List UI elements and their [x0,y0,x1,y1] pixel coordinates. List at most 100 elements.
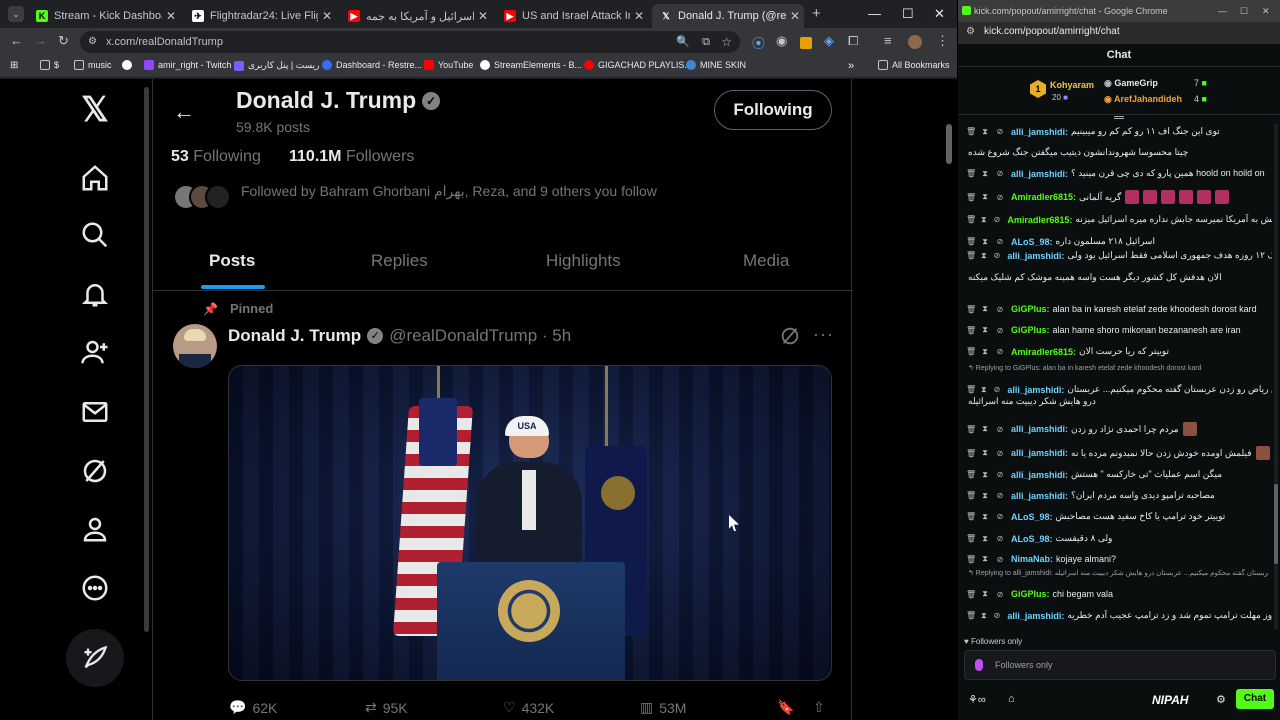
author-avatar[interactable] [173,324,217,368]
ban-icon[interactable]: ⊘ [996,193,1004,202]
chat-username[interactable]: ALoS_98: [1011,512,1053,522]
share-action[interactable]: ⇧ [813,699,825,716]
chat-username[interactable]: alli_jamshidi: [1011,491,1068,501]
back-arrow-icon[interactable]: ← [173,99,195,125]
page-scrollbar[interactable] [946,124,952,164]
ban-icon[interactable]: ⊘ [996,237,1004,246]
bookmark-streamelements[interactable]: StreamElements - B... [480,60,582,70]
chat-message[interactable]: 🗑 ⧗ ⊘ GiGPlus: alan ba in karesh etelaf zede… [966,304,1272,314]
apps-icon[interactable]: ⊞ [10,60,18,71]
timeout-icon[interactable]: ⧗ [981,589,989,599]
chat-message[interactable]: 🗑 ⧗ ⊘ alli_jamshidi:تو جنگ ۱۲ روزه هدف جمهو… [966,250,1272,261]
chat-message[interactable]: درو هایش شکر دیبیت منه اسرائیله [968,396,1274,407]
nav-scrollbar[interactable] [144,87,149,632]
timeout-icon[interactable]: ⧗ [981,325,989,335]
extensions-puzzle-icon[interactable]: ⧠ [848,33,858,49]
reply-action[interactable]: 💬 62K [229,699,277,716]
chat-username[interactable]: alli_jamshidi: [1007,385,1064,395]
x-logo-icon[interactable]: 𝕏 [80,93,110,127]
chat-message[interactable]: چیتا محسوسا شهروندانشون دیتیب میگفتن جنگ… [968,147,1274,158]
reload-icon[interactable]: ↻ [58,33,69,49]
chat-message[interactable]: 🗑 ⧗ ⊘ alli_jamshidi: مردم چرا احمدی نژاد رو … [966,422,1272,436]
following-button[interactable]: Following [714,90,832,130]
bookmark-youtube[interactable]: YouTube [424,60,473,70]
ban-icon[interactable]: ⊘ [994,215,1001,224]
timeout-icon[interactable]: ⧗ [981,347,989,357]
post-handle-time[interactable]: @realDonaldTrump · 5h [389,326,571,346]
timeout-icon[interactable]: ⧗ [981,611,987,621]
chat-username[interactable]: alli_jamshidi: [1007,611,1064,621]
install-icon[interactable]: ⧉ [702,31,710,53]
trash-icon[interactable]: 🗑 [966,237,976,246]
bookmark-star-icon[interactable]: ☆ [721,31,732,53]
chat-message[interactable]: الان هدفش کل کشور دیگر هست واسه همینه مو… [968,272,1274,283]
chat-message[interactable]: 🗑 ⧗ ⊘ alli_jamshidi: مصاحبه ترامپو دیدی واسه… [966,490,1272,501]
extension-icon[interactable]: ◈ [824,33,834,49]
ban-icon[interactable]: ⊘ [996,347,1004,356]
search-icon[interactable] [80,220,110,250]
trash-icon[interactable]: 🗑 [966,590,976,599]
window-close-button[interactable]: ✕ [1262,0,1270,22]
trash-icon[interactable]: 🗑 [966,512,976,521]
all-bookmarks-folder[interactable]: All Bookmarks [878,60,950,70]
chat-username[interactable]: GiGPlus: [1011,325,1050,335]
chat-message[interactable]: 🗑 ⧗ ⊘ ALoS_98: توییتر خود ترامپ یا کاخ سفید … [966,511,1272,522]
reply-context[interactable]: ↰ Replying to alli_jamshidi: رفتن ریاض ر… [968,569,1268,577]
site-info-icon[interactable]: ⚙ [88,31,97,53]
chat-username[interactable]: Amiradler6815: [1011,347,1076,357]
tab-search-button[interactable]: ⌄ [8,6,24,22]
timeout-icon[interactable]: ⧗ [981,491,989,501]
timeout-icon[interactable]: ⧗ [981,169,989,179]
close-icon[interactable]: ✕ [630,9,648,23]
timeout-icon[interactable]: ⧗ [981,251,987,261]
chat-message[interactable]: 🗑 ⧗ ⊘ alli_jamshidi: فیلمش اومده خودش زدن حا… [966,446,1272,460]
back-icon[interactable]: ← [10,33,23,48]
views-action[interactable]: ▥ 53M [640,699,686,716]
bookmark-music[interactable]: music [74,60,112,70]
tab-media[interactable]: Media [743,251,789,271]
ban-icon[interactable]: ⊘ [996,512,1004,521]
chat-username[interactable]: ALoS_98: [1011,534,1053,544]
tab-flightradar[interactable]: ✈Flightradar24: Live Flight Track✕ [184,4,336,28]
chat-input[interactable]: Followers only [964,650,1276,680]
trash-icon[interactable]: 🗑 [966,193,976,202]
leaderboard-user[interactable]: ◉ ArefJahandideh [1104,94,1182,105]
timeout-icon[interactable]: ⧗ [981,192,989,202]
chat-message[interactable]: 🗑 ⧗ ⊘ alli_jamshidi: رفتن ریاض رو زدن عربستا… [966,384,1272,395]
more-circle-icon[interactable] [80,573,110,603]
chat-send-button[interactable]: Chat [1236,689,1274,709]
chat-message[interactable]: 🗑 ⧗ ⊘ alli_jamshidi: میگن اسم عملیات "تی خار… [966,469,1272,480]
grok-explain-icon[interactable] [779,325,801,347]
site-info-icon[interactable]: ⚙ [966,22,975,42]
ban-icon[interactable]: ⊘ [994,251,1001,260]
post-image[interactable]: USA [228,365,832,681]
store-icon[interactable]: ⌂ [1008,693,1015,705]
timeout-icon[interactable]: ⧗ [981,385,987,395]
ban-icon[interactable]: ⊘ [996,590,1004,599]
trash-icon[interactable]: 🗑 [966,555,976,564]
chat-username[interactable]: alli_jamshidi: [1011,448,1068,458]
maximize-button[interactable]: ☐ [902,6,914,22]
leaderboard-user[interactable]: ◉ GameGrip [1104,78,1158,89]
trash-icon[interactable]: 🗑 [966,305,976,314]
timeout-icon[interactable]: ⧗ [981,304,989,314]
minimize-button[interactable]: — [1218,0,1227,22]
trash-icon[interactable]: 🗑 [966,611,976,620]
trash-icon[interactable]: 🗑 [966,470,976,479]
trash-icon[interactable]: 🗑 [966,385,976,394]
ban-icon[interactable]: ⊘ [996,534,1004,543]
close-icon[interactable]: ✕ [162,9,180,23]
timeout-icon[interactable]: ⧗ [981,237,989,247]
trash-icon[interactable]: 🗑 [966,215,976,224]
trash-icon[interactable]: 🗑 [966,449,976,458]
emote-picker-icon[interactable]: ⚘∞ [968,693,986,706]
messages-envelope-icon[interactable] [80,397,110,427]
bookmark-globe[interactable] [122,60,136,70]
chat-username[interactable]: alli_jamshidi: [1011,169,1068,179]
repost-action[interactable]: ⇄ 95K [365,699,408,716]
chat-message[interactable]: 🗑 ⧗ ⊘ ALoS_98: اسرائیل ۲۱۸ مسلمون داره [966,236,1272,247]
bookmark-twitch[interactable]: amir_right - Twitch [144,60,231,70]
ban-icon[interactable]: ⊘ [996,127,1004,136]
chat-username[interactable]: Amiradler6815: [1007,215,1072,225]
chat-url-bar[interactable]: ⚙ kick.com/popout/amirright/chat [958,22,1280,44]
